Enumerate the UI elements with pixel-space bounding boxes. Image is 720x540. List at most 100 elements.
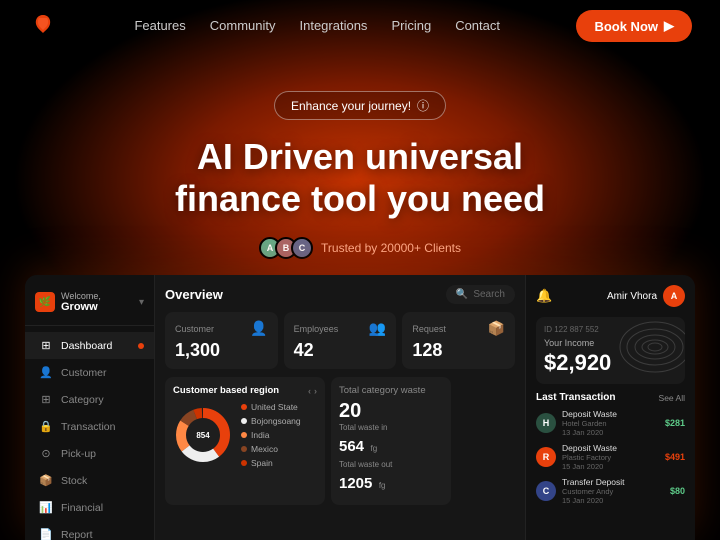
search-box[interactable]: 🔍 Search: [446, 285, 515, 304]
tx-amount-1: $281: [665, 418, 685, 428]
income-card: ID 122 887 552 Your Income $2,920: [536, 317, 685, 384]
bottom-section: Customer based region ‹ ›: [165, 377, 515, 505]
transactions-title: Last Transaction: [536, 392, 615, 403]
nav-features[interactable]: Features: [134, 18, 185, 33]
legend-bojong: Bojongsoang: [241, 416, 301, 426]
request-stat-icon: 📦: [488, 320, 505, 337]
nav-community[interactable]: Community: [210, 18, 276, 33]
arrow-icon: ▶: [664, 18, 674, 34]
stat-card-employees: Employees 👥 42: [284, 312, 397, 369]
tx-sub-1: Hotel Garden: [562, 419, 617, 428]
tx-sub-3: Customer Andy: [562, 487, 625, 496]
tx-name-1: Deposit Waste: [562, 409, 617, 419]
customer-stat-icon: 👤: [250, 320, 267, 337]
see-all-link[interactable]: See All: [659, 393, 685, 403]
sidebar-logo-icon: 🌿: [35, 292, 55, 312]
bell-icon[interactable]: 🔔: [536, 288, 552, 304]
employees-value: 42: [294, 340, 387, 361]
sidebar-item-financial[interactable]: 📊 Financial: [25, 494, 154, 521]
stock-icon: 📦: [39, 474, 53, 487]
hero-title: AI Driven universal finance tool you nee…: [175, 136, 545, 219]
transactions-header: Last Transaction See All: [536, 392, 685, 403]
nav-contact[interactable]: Contact: [455, 18, 500, 33]
transaction-icon: 🔒: [39, 420, 53, 433]
nav-pricing[interactable]: Pricing: [391, 18, 431, 33]
badge-icon: ⓘ: [417, 97, 429, 114]
right-panel: 🔔 Amir Vhora A ID 122 887 552 Your Incom…: [525, 275, 695, 540]
tx-icon-1: H: [536, 413, 556, 433]
stat-cards: Customer 👤 1,300 Employees 👥 42 Request …: [165, 312, 515, 369]
hero-trust: A B C Trusted by 20000+ Clients: [259, 237, 461, 259]
report-icon: 📄: [39, 528, 53, 540]
legend-mexico: Mexico: [241, 444, 301, 454]
waste-in-value: 564: [339, 438, 364, 455]
donut-chart: 854: [173, 405, 233, 465]
sidebar-chevron-icon: ▾: [139, 297, 144, 308]
legend-india: India: [241, 430, 301, 440]
next-arrow-icon[interactable]: ›: [314, 386, 317, 396]
tx-date-1: 13 Jan 2020: [562, 428, 617, 437]
main-content: Overview 🔍 Search Customer 👤 1,300 Emplo…: [155, 275, 525, 540]
rp-header: 🔔 Amir Vhora A: [536, 285, 685, 307]
waste-in-unit: fg: [370, 444, 377, 453]
main-title: Overview: [165, 287, 223, 302]
svg-text:854: 854: [196, 431, 210, 440]
sidebar-username: Groww: [61, 301, 101, 313]
pickup-icon: ⊙: [39, 447, 53, 460]
sidebar-item-report[interactable]: 📄 Report: [25, 521, 154, 540]
transaction-item-2: R Deposit Waste Plastic Factory 15 Jan 2…: [536, 443, 685, 471]
category-label: Total category waste: [339, 385, 443, 396]
nav-links: Features Community Integrations Pricing …: [134, 17, 500, 35]
sidebar-header: 🌿 Welcome, Groww ▾: [25, 285, 154, 326]
dashboard-preview: 🌿 Welcome, Groww ▾ ⊞ Dashboard 👤 Custome…: [25, 275, 695, 540]
legend-us: United State: [241, 402, 301, 412]
sidebar-item-customer[interactable]: 👤 Customer: [25, 359, 154, 386]
prev-arrow-icon[interactable]: ‹: [308, 386, 311, 396]
sidebar-item-pickup[interactable]: ⊙ Pick-up: [25, 440, 154, 467]
navbar: Features Community Integrations Pricing …: [0, 0, 720, 52]
waste-card: Total category waste 20 Total waste in 5…: [331, 377, 451, 505]
waste-out-value: 1205: [339, 475, 372, 492]
category-value: 20: [339, 400, 443, 423]
legend-spain: Spain: [241, 458, 301, 468]
tx-date-2: 15 Jan 2020: [562, 462, 617, 471]
customer-value: 1,300: [175, 340, 268, 361]
avatar-3: C: [291, 237, 313, 259]
sidebar: 🌿 Welcome, Groww ▾ ⊞ Dashboard 👤 Custome…: [25, 275, 155, 540]
request-value: 128: [412, 340, 505, 361]
nav-integrations[interactable]: Integrations: [300, 18, 368, 33]
sidebar-welcome: Welcome,: [61, 291, 101, 301]
rp-avatar: A: [663, 285, 685, 307]
tx-name-2: Deposit Waste: [562, 443, 617, 453]
tx-amount-3: $80: [670, 486, 685, 496]
search-placeholder: Search: [473, 289, 505, 300]
book-now-button[interactable]: Book Now ▶: [576, 10, 692, 42]
sidebar-item-category[interactable]: ⊞ Category: [25, 386, 154, 413]
hero-badge: Enhance your journey! ⓘ: [274, 91, 446, 120]
sidebar-item-transaction[interactable]: 🔒 Transaction: [25, 413, 154, 440]
rp-username: Amir Vhora: [607, 291, 657, 302]
stat-card-customer: Customer 👤 1,300: [165, 312, 278, 369]
employees-stat-icon: 👥: [369, 320, 386, 337]
transaction-item-1: H Deposit Waste Hotel Garden 13 Jan 2020…: [536, 409, 685, 437]
sidebar-item-stock[interactable]: 📦 Stock: [25, 467, 154, 494]
sidebar-item-dashboard[interactable]: ⊞ Dashboard: [25, 332, 154, 359]
tx-date-3: 15 Jan 2020: [562, 496, 625, 505]
region-title-text: Customer based region: [173, 385, 279, 396]
waste-out-row: Total waste out 1205 fg: [339, 460, 443, 493]
region-legend: United State Bojongsoang India Mexi: [241, 402, 301, 468]
tx-icon-2: R: [536, 447, 556, 467]
financial-icon: 📊: [39, 501, 53, 514]
logo: [28, 11, 58, 41]
waste-in-row: Total waste in 564 fg: [339, 423, 443, 456]
trust-text: Trusted by 20000+ Clients: [321, 241, 461, 255]
region-card: Customer based region ‹ ›: [165, 377, 325, 505]
waste-out-unit: fg: [379, 481, 386, 490]
stat-card-request: Request 📦 128: [402, 312, 515, 369]
topo-decoration: [615, 317, 685, 377]
logo-icon: [28, 11, 58, 41]
main-topbar: Overview 🔍 Search: [165, 285, 515, 304]
tx-sub-2: Plastic Factory: [562, 453, 617, 462]
search-icon: 🔍: [456, 289, 468, 300]
tx-icon-3: C: [536, 481, 556, 501]
